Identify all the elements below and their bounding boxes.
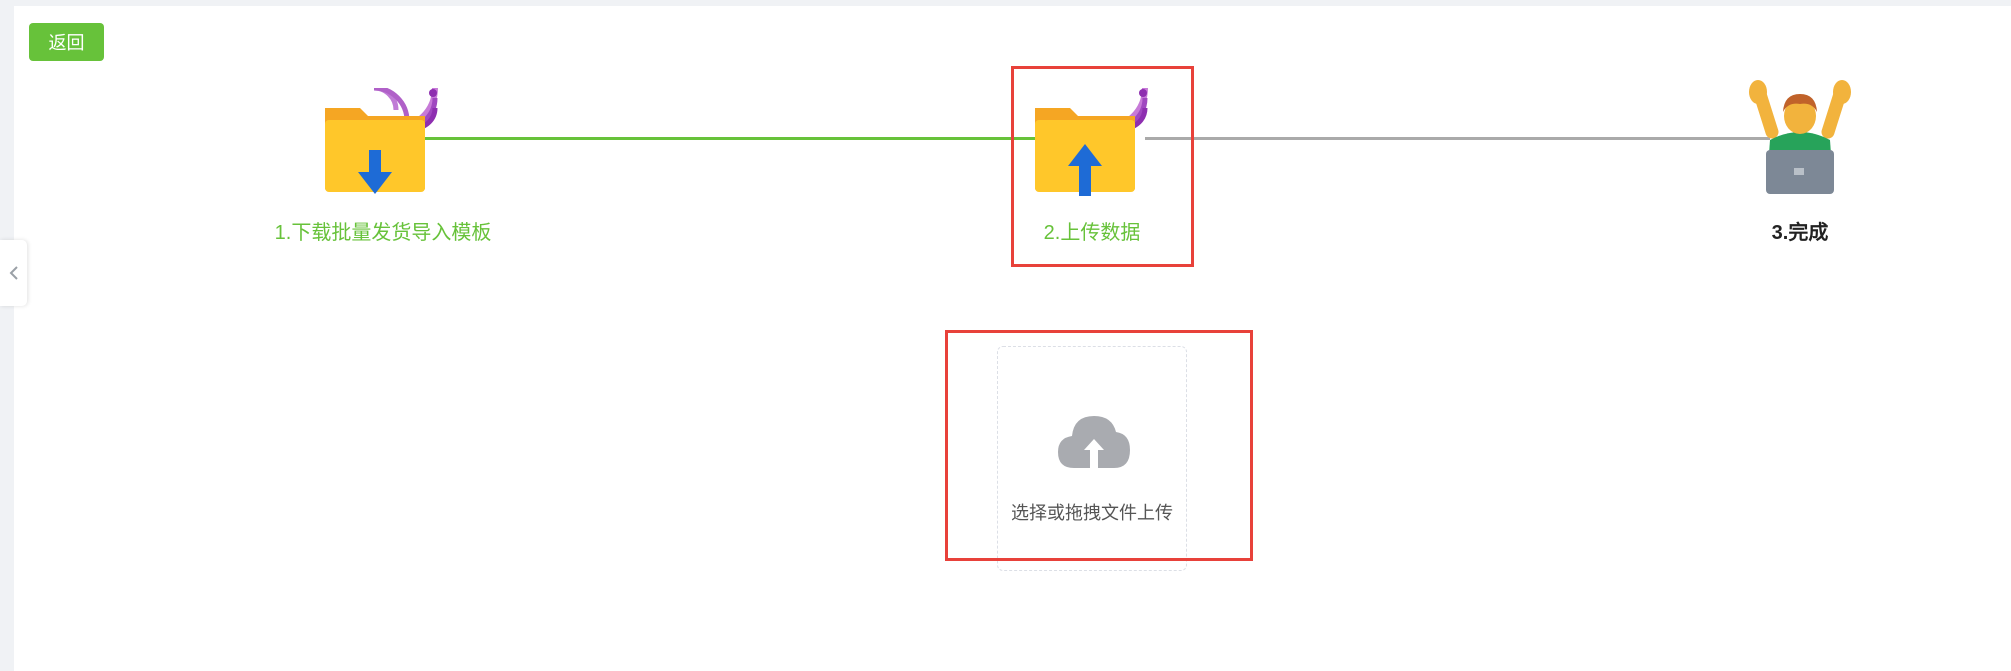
folder-download-icon [325,88,438,194]
step-connector-completed [420,137,1040,140]
step-3-label: 3.完成 [1771,222,1829,244]
sidebar-collapse-tab[interactable] [0,240,27,306]
step-1-label: 1.下载批量发货导入模板 [274,222,492,244]
highlight-active-step [1011,66,1194,267]
back-button[interactable]: 返回 [29,23,104,61]
step-connector-pending [1145,137,1770,140]
celebrating-person-laptop-icon [1749,80,1851,194]
highlight-upload-area [945,330,1253,561]
chevron-left-icon [9,266,18,280]
